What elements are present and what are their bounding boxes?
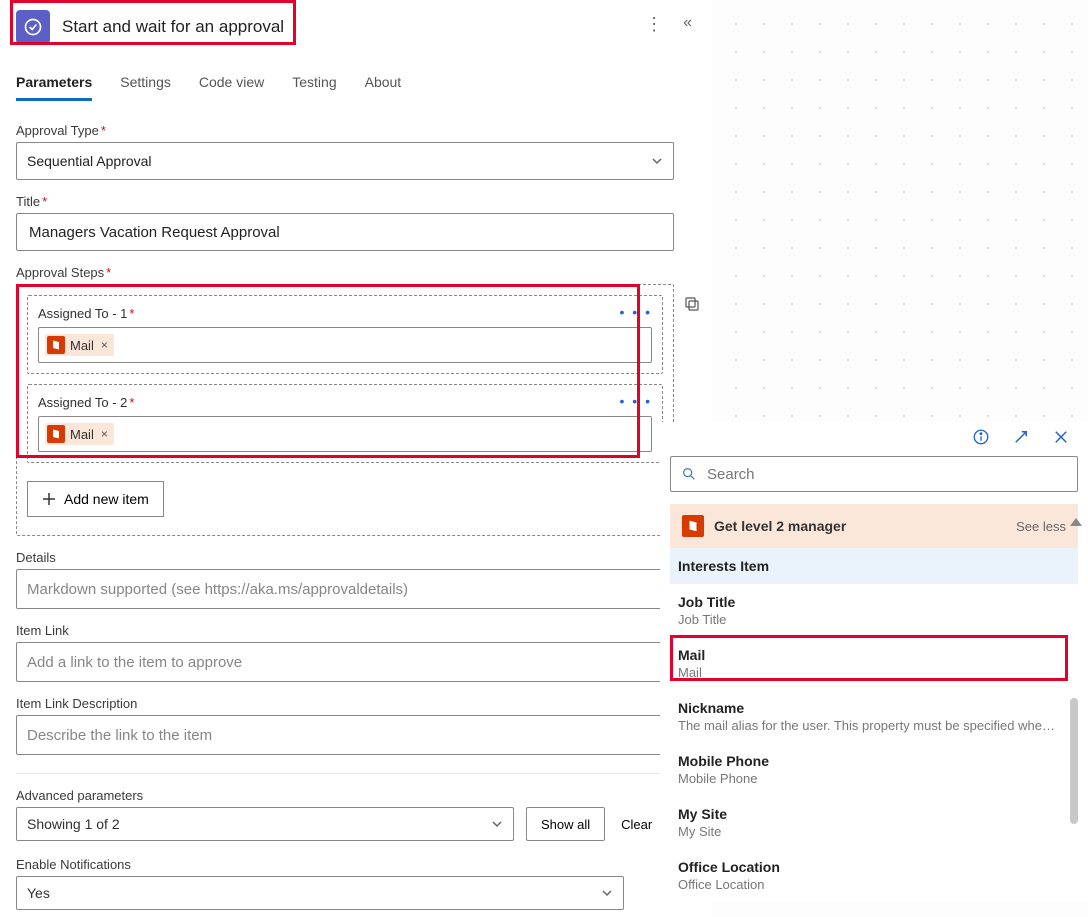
dyn-item-interests[interactable]: Interests Item bbox=[670, 548, 1078, 584]
tab-bar: Parameters Settings Code view Testing Ab… bbox=[0, 54, 712, 101]
input-item-link-desc[interactable]: Describe the link to the item bbox=[16, 715, 674, 755]
dyn-item-office[interactable]: Office Location Office Location bbox=[670, 849, 1078, 902]
input-title[interactable] bbox=[16, 213, 674, 251]
see-less-link[interactable]: See less bbox=[1016, 519, 1066, 534]
dyn-item-mail[interactable]: Mail Mail bbox=[670, 637, 1078, 690]
tab-testing[interactable]: Testing bbox=[292, 74, 336, 101]
approval-connector-icon bbox=[16, 10, 50, 44]
title-field[interactable] bbox=[27, 223, 663, 242]
select-enable-notifications[interactable]: Yes bbox=[16, 876, 624, 910]
label-approval-type: Approval Type* bbox=[16, 123, 696, 138]
input-details[interactable]: Markdown supported (see https://aka.ms/a… bbox=[16, 569, 674, 609]
label-approval-steps: Approval Steps* bbox=[16, 265, 696, 280]
label-title: Title* bbox=[16, 194, 696, 209]
remove-token-icon[interactable]: × bbox=[101, 427, 108, 441]
show-all-button[interactable]: Show all bbox=[526, 807, 605, 841]
step-1-label: Assigned To - 1* bbox=[38, 306, 652, 321]
select-approval-type[interactable]: Sequential Approval bbox=[16, 142, 674, 180]
dyn-search-input[interactable] bbox=[705, 465, 1067, 484]
remove-token-icon[interactable]: × bbox=[101, 338, 108, 352]
scrollbar[interactable] bbox=[1070, 698, 1078, 824]
dyn-item-mobile[interactable]: Mobile Phone Mobile Phone bbox=[670, 743, 1078, 796]
office-icon bbox=[682, 515, 704, 537]
form-body: Approval Type* Sequential Approval Title… bbox=[0, 101, 712, 910]
chevron-down-icon bbox=[651, 155, 663, 167]
approval-steps-container: Assigned To - 1* • • • Mail × Assigned T… bbox=[16, 284, 674, 536]
tab-parameters[interactable]: Parameters bbox=[16, 74, 92, 101]
label-advanced: Advanced parameters bbox=[16, 788, 696, 803]
dyn-item-list: Interests Item Job Title Job Title Mail … bbox=[670, 548, 1078, 902]
office-icon bbox=[47, 425, 65, 443]
expand-icon[interactable] bbox=[1012, 428, 1030, 446]
plus-icon bbox=[42, 492, 56, 506]
label-details: Details bbox=[16, 550, 696, 565]
collapse-icon[interactable]: « bbox=[683, 14, 692, 35]
config-panel: Start and wait for an approval ⋮ « Param… bbox=[0, 0, 712, 917]
dyn-search[interactable] bbox=[670, 456, 1078, 492]
dyn-item-mysite[interactable]: My Site My Site bbox=[670, 796, 1078, 849]
label-item-link-desc: Item Link Description bbox=[16, 696, 696, 711]
tab-about[interactable]: About bbox=[365, 74, 402, 101]
advanced-select[interactable]: Showing 1 of 2 bbox=[16, 807, 514, 841]
chevron-down-icon bbox=[491, 818, 503, 830]
dyn-item-jobtitle[interactable]: Job Title Job Title bbox=[670, 584, 1078, 637]
step-2-input[interactable]: Mail × bbox=[38, 416, 652, 452]
step-item-2: Assigned To - 2* • • • Mail × bbox=[27, 384, 663, 463]
more-icon[interactable]: ⋮ bbox=[645, 14, 663, 35]
collapse-triangle-icon[interactable] bbox=[1070, 518, 1082, 526]
label-enable-notifications: Enable Notifications bbox=[16, 857, 696, 872]
token-mail-1[interactable]: Mail × bbox=[45, 334, 114, 356]
step-1-input[interactable]: Mail × bbox=[38, 327, 652, 363]
info-icon[interactable] bbox=[972, 428, 990, 446]
add-new-item-button[interactable]: Add new item bbox=[27, 481, 164, 517]
dyn-item-nickname[interactable]: Nickname The mail alias for the user. Th… bbox=[670, 690, 1078, 743]
step-1-more[interactable]: • • • bbox=[620, 304, 652, 320]
office-icon bbox=[47, 336, 65, 354]
chevron-down-icon bbox=[601, 887, 613, 899]
search-icon bbox=[681, 466, 697, 482]
tab-settings[interactable]: Settings bbox=[120, 74, 171, 101]
clear-button[interactable]: Clear bbox=[617, 807, 666, 841]
step-item-1: Assigned To - 1* • • • Mail × bbox=[27, 295, 663, 374]
panel-header: Start and wait for an approval ⋮ « bbox=[0, 0, 712, 54]
panel-title: Start and wait for an approval bbox=[62, 17, 284, 37]
label-item-link: Item Link bbox=[16, 623, 696, 638]
token-mail-2[interactable]: Mail × bbox=[45, 423, 114, 445]
tab-code-view[interactable]: Code view bbox=[199, 74, 264, 101]
advanced-row: Showing 1 of 2 Show all Clear bbox=[16, 807, 696, 841]
input-item-link[interactable]: Add a link to the item to approve bbox=[16, 642, 674, 682]
step-2-label: Assigned To - 2* bbox=[38, 395, 652, 410]
dyn-header bbox=[660, 422, 1088, 456]
dyn-step-header[interactable]: Get level 2 manager See less bbox=[670, 504, 1078, 548]
close-icon[interactable] bbox=[1052, 428, 1070, 446]
divider bbox=[16, 773, 674, 774]
copy-icon[interactable] bbox=[683, 295, 701, 313]
dynamic-content-panel: Get level 2 manager See less Interests I… bbox=[660, 422, 1088, 902]
step-2-more[interactable]: • • • bbox=[620, 393, 652, 409]
